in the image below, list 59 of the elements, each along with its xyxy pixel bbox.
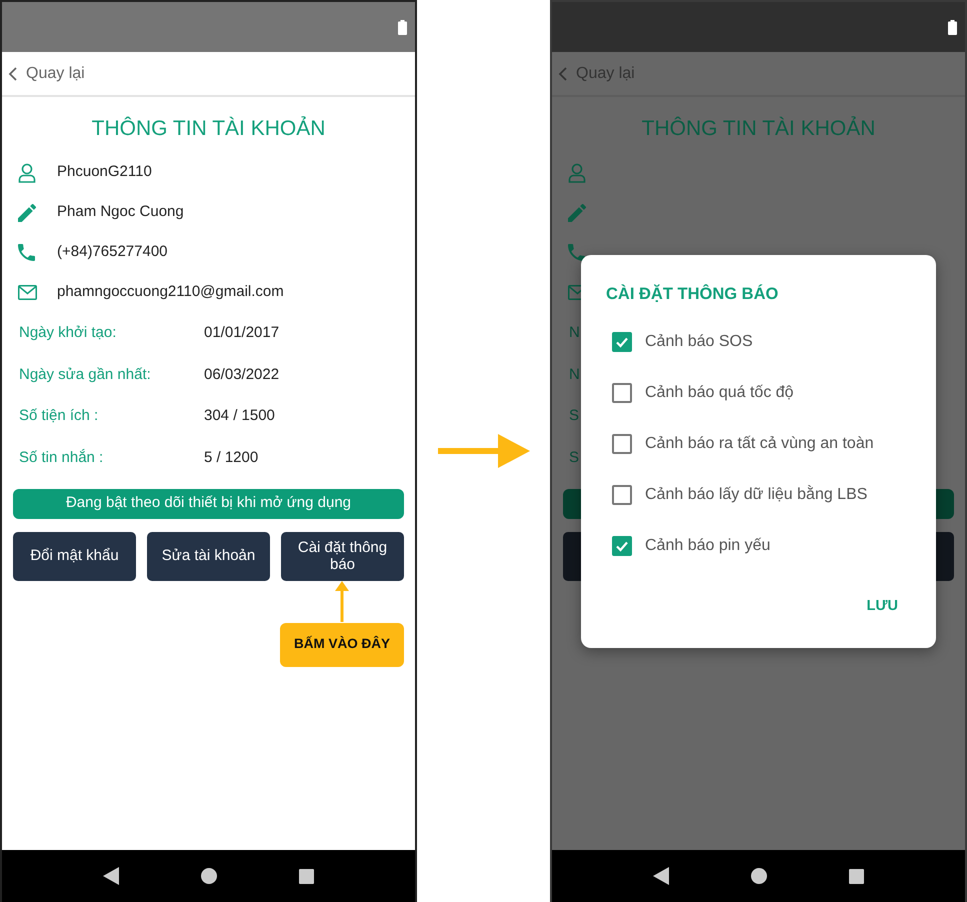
pencil-icon: [568, 204, 586, 222]
callout-label: BẤM VÀO ĐÂY: [280, 622, 404, 666]
checkbox[interactable]: [612, 332, 632, 352]
tracking-banner: Đang bật theo dõi thiết bị khi mở ứng dụng: [13, 488, 404, 518]
info-label: N: [568, 364, 580, 384]
home-button[interactable]: [751, 868, 767, 884]
user-icon: [568, 162, 586, 182]
info-value: 01/01/2017: [204, 323, 280, 343]
action-button[interactable]: Cài đặt thông báo: [281, 532, 404, 580]
info-value: 304 / 1500: [204, 406, 275, 426]
square-button[interactable]: [849, 868, 864, 884]
pencil-icon: [18, 204, 36, 222]
back-icon: [103, 867, 119, 885]
back-button[interactable]: [103, 867, 119, 885]
screen-title: THÔNG TIN TÀI KHOẢN: [90, 115, 326, 142]
info-label: S: [568, 448, 580, 468]
info-label: Số tiện ích :: [18, 406, 100, 426]
battery-icon: [398, 20, 407, 35]
back-link[interactable]: Quay lại: [8, 62, 85, 86]
option-label: Cảnh báo SOS: [645, 332, 753, 352]
square-button[interactable]: [299, 868, 314, 884]
option-label: Cảnh báo quá tốc độ: [645, 383, 794, 404]
square-icon: [299, 868, 314, 884]
info-label: N: [568, 323, 580, 343]
battery-icon: [948, 20, 957, 35]
action-button[interactable]: Đổi mật khẩu: [13, 532, 136, 580]
info-value: 06/03/2022: [204, 364, 280, 384]
option-label: Cảnh báo pin yếu: [645, 536, 770, 556]
option-label: Cảnh báo ra tất cả vùng an toàn: [645, 434, 874, 454]
phone-icon: [18, 244, 35, 261]
option-label: Cảnh báo lấy dữ liệu bằng LBS: [645, 484, 868, 506]
mail-icon: [18, 285, 37, 300]
pointer-arrow: [335, 580, 349, 622]
info-label: Ngày sửa gần nhất:: [18, 364, 152, 384]
dialog-title: CÀI ĐẶT THÔNG BÁO: [606, 283, 780, 305]
chevron-left-icon: [558, 66, 568, 80]
profile-value: PhcuonG2110: [57, 162, 152, 182]
profile-value: Pham Ngoc Cuong: [57, 202, 184, 222]
square-icon: [849, 868, 864, 884]
info-value: 5 / 1200: [204, 448, 258, 468]
info-label: Ngày khởi tạo:: [18, 323, 118, 343]
chevron-left-icon: [8, 66, 18, 80]
home-icon: [201, 868, 217, 884]
checkbox[interactable]: [612, 434, 632, 454]
screen-title: THÔNG TIN TÀI KHOẢN: [640, 115, 876, 142]
profile-value: (+84)765277400: [57, 242, 168, 262]
phone-icon: [568, 244, 585, 261]
back-icon: [653, 867, 669, 885]
action-button[interactable]: Sửa tài khoản: [147, 532, 270, 580]
back-button[interactable]: [653, 867, 669, 885]
home-button[interactable]: [201, 868, 217, 884]
info-label: S: [568, 406, 580, 426]
checkbox[interactable]: [612, 383, 632, 404]
profile-value: phamngoccuong2110@gmail.com: [57, 282, 284, 302]
user-icon: [18, 162, 36, 182]
home-icon: [751, 868, 767, 884]
checkbox[interactable]: [612, 485, 632, 506]
info-label: Số tin nhắn :: [18, 448, 104, 468]
checkbox[interactable]: [612, 536, 632, 556]
